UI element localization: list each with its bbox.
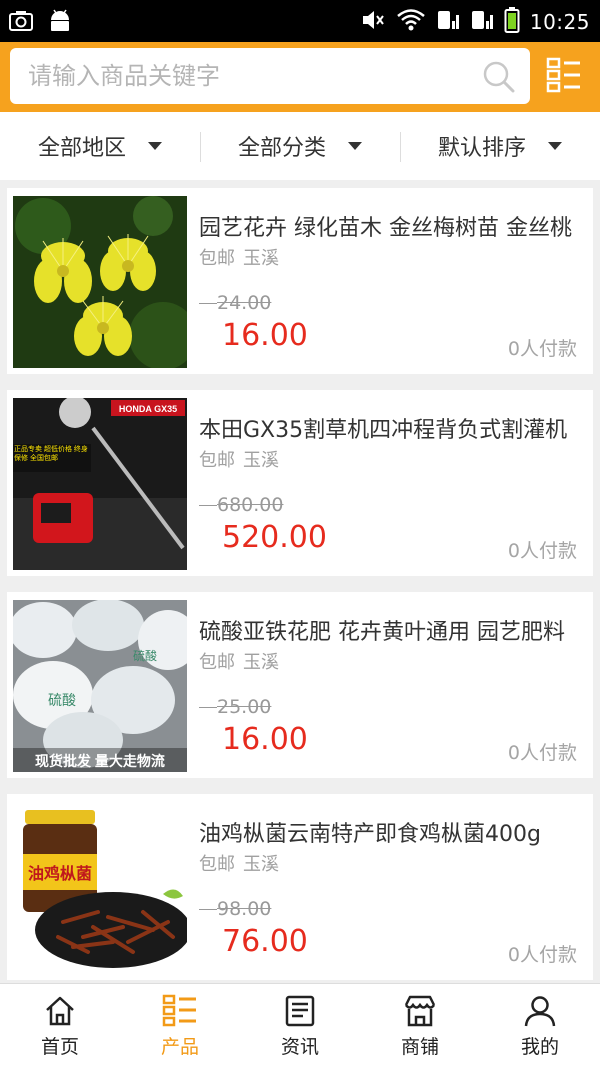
original-price: 680.00 xyxy=(199,494,283,516)
list-menu-icon[interactable] xyxy=(545,56,583,98)
product-card[interactable]: 油鸡枞菌 油鸡枞菌云南特产即食鸡枞菌400g 包邮 玉溪 98.00 76.00 … xyxy=(7,794,593,980)
search-input[interactable] xyxy=(28,58,468,94)
screenshot-icon xyxy=(8,9,34,37)
image-caption: 现货批发 量大走物流 xyxy=(35,753,165,769)
location-tag: 玉溪 xyxy=(243,450,279,471)
android-icon xyxy=(48,8,72,38)
filter-bar: 全部地区 全部分类 默认排序 xyxy=(0,112,600,180)
product-meta: 包邮 玉溪 xyxy=(199,648,287,674)
shipping-tag: 包邮 xyxy=(199,854,235,875)
bottom-tab-bar: 首页 产品 资讯 商铺 我的 xyxy=(0,983,600,1067)
mute-icon xyxy=(360,7,386,37)
original-price: 25.00 xyxy=(199,696,271,718)
product-title[interactable]: 本田GX35割草机四冲程背负式割灌机 xyxy=(199,412,583,444)
user-icon xyxy=(524,996,556,1027)
sale-price: 16.00 xyxy=(222,722,308,757)
clock: 10:25 xyxy=(529,10,590,34)
paid-count: 0人付款 xyxy=(507,944,577,966)
original-price: 98.00 xyxy=(199,898,271,920)
location-tag: 玉溪 xyxy=(243,854,279,875)
filter-region-label: 全部地区 xyxy=(37,136,126,161)
home-icon xyxy=(46,996,74,1026)
tab-me-label: 我的 xyxy=(520,1036,559,1058)
product-card[interactable]: HONDA GX35 正品专卖 超低价格 终身保修 全国包邮 本田GX35割草机… xyxy=(7,390,593,576)
news-icon xyxy=(285,995,315,1027)
search-icon[interactable] xyxy=(482,60,516,98)
filter-region[interactable]: 全部地区 xyxy=(0,112,200,180)
caret-down-icon xyxy=(348,142,362,150)
product-image-mushroom: 油鸡枞菌 xyxy=(13,802,187,974)
caret-down-icon xyxy=(148,142,162,150)
product-image-flower xyxy=(13,196,187,368)
product-title[interactable]: 园艺花卉 绿化苗木 金丝梅树苗 金丝桃 xyxy=(199,210,583,242)
shipping-tag: 包邮 xyxy=(199,652,235,673)
location-tag: 玉溪 xyxy=(243,248,279,269)
tab-products[interactable]: 产品 xyxy=(120,984,240,1067)
promo-banner: 正品专卖 超低价格 终身保修 全国包邮 xyxy=(14,446,88,462)
products-icon xyxy=(162,994,196,1027)
filter-sort-label: 默认排序 xyxy=(437,136,526,161)
shop-icon xyxy=(404,995,436,1027)
product-meta: 包邮 玉溪 xyxy=(199,244,287,270)
tab-shop-label: 商铺 xyxy=(400,1036,439,1058)
sale-price: 16.00 xyxy=(222,318,308,353)
location-tag: 玉溪 xyxy=(243,652,279,673)
tab-home-label: 首页 xyxy=(40,1036,79,1058)
product-title[interactable]: 硫酸亚铁花肥 花卉黄叶通用 园艺肥料 xyxy=(199,614,583,646)
tab-me[interactable]: 我的 xyxy=(480,984,600,1067)
tab-products-label: 产品 xyxy=(160,1036,199,1058)
paid-count: 0人付款 xyxy=(507,338,577,360)
product-meta: 包邮 玉溪 xyxy=(199,446,287,472)
sale-price: 520.00 xyxy=(222,520,327,555)
filter-category-label: 全部分类 xyxy=(237,136,326,161)
filter-sort[interactable]: 默认排序 xyxy=(400,112,600,180)
sim1-signal-icon xyxy=(436,7,460,37)
product-image-fertilizer: 硫酸 硫酸 现货批发 量大走物流 xyxy=(13,600,187,772)
product-card[interactable]: 园艺花卉 绿化苗木 金丝梅树苗 金丝桃 包邮 玉溪 24.00 16.00 0人付… xyxy=(7,188,593,374)
caret-down-icon xyxy=(548,142,562,150)
header-bar xyxy=(0,42,600,112)
tab-home[interactable]: 首页 xyxy=(0,984,120,1067)
battery-icon xyxy=(504,6,520,38)
svg-text:硫酸: 硫酸 xyxy=(133,648,157,663)
jar-label: 油鸡枞菌 xyxy=(28,864,92,883)
shipping-tag: 包邮 xyxy=(199,450,235,471)
shipping-tag: 包邮 xyxy=(199,248,235,269)
search-box[interactable] xyxy=(10,48,530,104)
product-meta: 包邮 玉溪 xyxy=(199,850,287,876)
wifi-icon xyxy=(396,7,426,37)
product-card[interactable]: 硫酸 硫酸 现货批发 量大走物流 硫酸亚铁花肥 花卉黄叶通用 园艺肥料 包邮 玉溪… xyxy=(7,592,593,778)
tab-shop[interactable]: 商铺 xyxy=(360,984,480,1067)
paid-count: 0人付款 xyxy=(507,540,577,562)
svg-text:硫酸: 硫酸 xyxy=(48,692,76,708)
product-image-brushcutter: HONDA GX35 正品专卖 超低价格 终身保修 全国包邮 xyxy=(13,398,187,570)
product-list: 园艺花卉 绿化苗木 金丝梅树苗 金丝桃 包邮 玉溪 24.00 16.00 0人付… xyxy=(0,180,600,983)
tab-news-label: 资讯 xyxy=(280,1036,319,1058)
tab-news[interactable]: 资讯 xyxy=(240,984,360,1067)
status-bar: 10:25 xyxy=(0,0,600,42)
sale-price: 76.00 xyxy=(222,924,308,959)
brand-label: HONDA GX35 xyxy=(119,404,177,414)
product-title[interactable]: 油鸡枞菌云南特产即食鸡枞菌400g xyxy=(199,816,583,848)
filter-category[interactable]: 全部分类 xyxy=(200,112,400,180)
paid-count: 0人付款 xyxy=(507,742,577,764)
original-price: 24.00 xyxy=(199,292,271,314)
sim2-signal-icon xyxy=(470,7,494,37)
